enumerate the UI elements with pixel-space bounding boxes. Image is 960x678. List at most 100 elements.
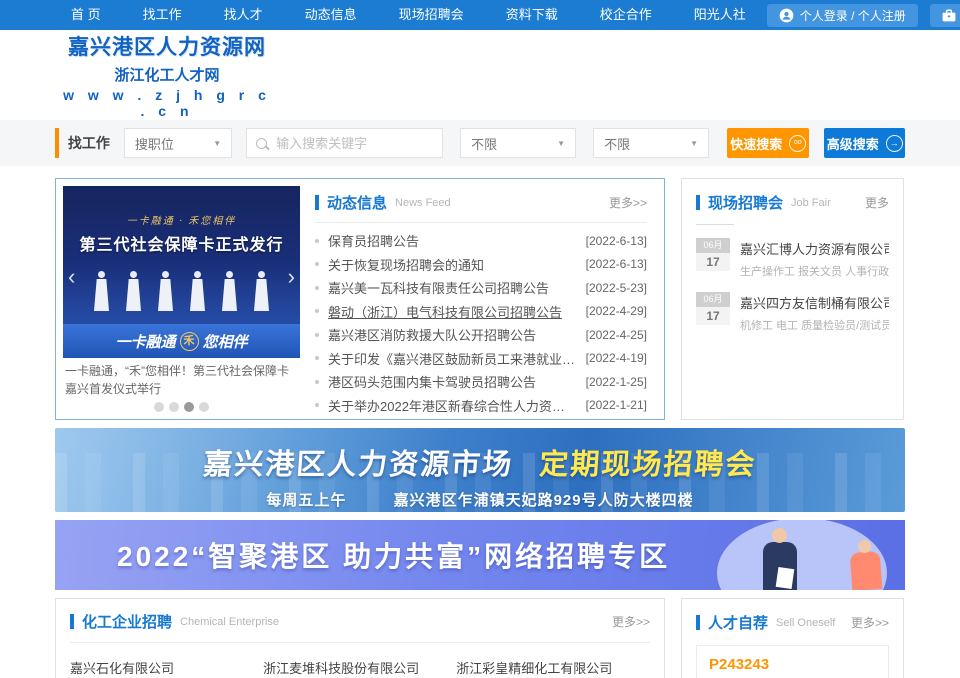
strip-text-right: 您相伴 bbox=[203, 331, 248, 352]
site-logo[interactable]: 嘉兴港区人力资源网 浙江化工人才网 w w w . z j h g r c . … bbox=[57, 31, 277, 119]
carousel-dot-active[interactable] bbox=[184, 402, 194, 412]
carousel-dot[interactable] bbox=[199, 402, 209, 412]
job-fair-panel: 现场招聘会 Job Fair 更多 06月 17 嘉兴汇博人力资源有限公司 生产… bbox=[681, 178, 904, 420]
slide-tagline: 一卡融通 · 禾您相伴 bbox=[63, 186, 300, 227]
search-filter2-value: 不限 bbox=[604, 134, 630, 153]
site-subtitle: 浙江化工人才网 bbox=[57, 64, 277, 85]
search-filter1-value: 不限 bbox=[471, 134, 497, 153]
news-more-link[interactable]: 更多>> bbox=[609, 194, 647, 211]
search-filter2-select[interactable]: 不限 ▼ bbox=[593, 128, 709, 158]
search-category-value: 搜职位 bbox=[135, 134, 174, 153]
strip-text-left: 一卡融通 bbox=[115, 331, 175, 352]
advanced-search-button[interactable]: 高级搜索 → bbox=[824, 128, 905, 158]
bullet-icon bbox=[315, 286, 319, 290]
person-figure bbox=[190, 271, 205, 311]
carousel-next-arrow[interactable]: › bbox=[288, 266, 295, 288]
job-fair-date-badge[interactable]: 06月 17 bbox=[696, 292, 730, 333]
news-item-date: [2022-6-13] bbox=[586, 257, 647, 271]
banner-person-figure bbox=[772, 528, 787, 543]
person-icon bbox=[779, 8, 794, 23]
job-fair-company[interactable]: 嘉兴四方友信制桶有限公司 bbox=[740, 293, 889, 312]
job-fair-day: 17 bbox=[696, 253, 730, 271]
carousel-dot[interactable] bbox=[154, 402, 164, 412]
chemical-company-name[interactable]: 浙江麦堆科技股份有限公司 bbox=[263, 658, 446, 677]
enterprise-entry-button[interactable]: 企业入口 bbox=[930, 4, 960, 27]
carousel-caption[interactable]: 一卡融通，“禾”您相伴！第三代社会保障卡嘉兴首发仪式举行 bbox=[63, 358, 300, 398]
news-item[interactable]: 嘉兴港区消防救援大队公开招聘公告 [2022-4-25] bbox=[315, 323, 647, 347]
advanced-search-label: 高级搜索 bbox=[827, 134, 879, 153]
news-subtitle: News Feed bbox=[395, 197, 451, 209]
news-item[interactable]: 关于举办2022年港区新春综合性人力资源暨春风... [2022-1-21] bbox=[315, 394, 647, 418]
nav-item-job-fair[interactable]: 现场招聘会 bbox=[378, 0, 485, 30]
search-filter1-select[interactable]: 不限 ▼ bbox=[460, 128, 576, 158]
job-fair-info: 嘉兴四方友信制桶有限公司 机修工 电工 质量检验员/测试员 叉车... bbox=[740, 292, 889, 333]
nav-item-find-talent[interactable]: 找人才 bbox=[203, 0, 284, 30]
news-item[interactable]: 关于印发《嘉兴港区鼓励新员工来港就业补助操作... [2022-4-19] bbox=[315, 347, 647, 371]
market-banner-subtitle: 每周五上午 嘉兴港区乍浦镇天妃路929号人防大楼四楼 bbox=[55, 489, 905, 510]
job-fair-day: 17 bbox=[696, 307, 730, 325]
nav-item-downloads[interactable]: 资料下载 bbox=[485, 0, 579, 30]
job-fair-month: 06月 bbox=[696, 292, 730, 307]
row-top: 一卡融通 · 禾您相伴 第三代社会保障卡正式发行 一卡融通 禾 bbox=[55, 178, 905, 420]
nav-item-school-enterprise[interactable]: 校企合作 bbox=[579, 0, 673, 30]
chemical-more-link[interactable]: 更多>> bbox=[612, 613, 650, 630]
search-accent-bar bbox=[55, 128, 59, 158]
job-fair-more-link[interactable]: 更多 bbox=[865, 194, 889, 211]
news-item[interactable]: 港区码头范围内集卡驾驶员招聘公告 [2022-1-25] bbox=[315, 370, 647, 394]
slide-banner-strip: 一卡融通 禾 您相伴 bbox=[63, 324, 300, 358]
market-banner-title: 嘉兴港区人力资源市场 定期现场招聘会 bbox=[55, 441, 905, 483]
news-item-title: 港区码头范围内集卡驾驶员招聘公告 bbox=[328, 372, 578, 391]
nav-item-sunshine-hr[interactable]: 阳光人社 bbox=[673, 0, 767, 30]
news-item-title: 关于印发《嘉兴港区鼓励新员工来港就业补助操作... bbox=[328, 349, 578, 368]
search-input[interactable] bbox=[274, 135, 433, 152]
job-fair-jobs: 机修工 电工 质量检验员/测试员 叉车... bbox=[740, 317, 889, 333]
chemical-company-name[interactable]: 浙江彩皇精细化工有限公司 bbox=[456, 658, 639, 677]
talent-panel: 人才自荐 Sell Oneself 更多>> P243243 男 ｜ 嘉兴市→嘉… bbox=[681, 598, 904, 678]
nav-item-news[interactable]: 动态信息 bbox=[284, 0, 378, 30]
bullet-icon bbox=[315, 239, 319, 243]
talent-id[interactable]: P243243 bbox=[709, 656, 876, 673]
news-title: 动态信息 bbox=[327, 192, 387, 213]
search-icon bbox=[256, 138, 267, 149]
chemical-company-list: 嘉兴石化有限公司 工艺员 设备管理 警卫（残疾工） 浙江麦堆科技股份有限公司 销… bbox=[70, 658, 650, 678]
market-banner-time: 每周五上午 bbox=[266, 492, 346, 509]
chemical-company: 嘉兴石化有限公司 工艺员 设备管理 警卫（残疾工） bbox=[70, 658, 263, 678]
search-category-select[interactable]: 搜职位 ▼ bbox=[124, 128, 232, 158]
news-item[interactable]: 嘉兴美一瓦科技有限责任公司招聘公告 [2022-5-23] bbox=[315, 276, 647, 300]
top-navigation: 首 页 找工作 找人才 动态信息 现场招聘会 资料下载 校企合作 阳光人社 个人… bbox=[0, 0, 960, 30]
news-item-date: [2022-1-21] bbox=[586, 398, 647, 412]
carousel-dots bbox=[63, 402, 300, 412]
talent-title: 人才自荐 bbox=[708, 612, 768, 633]
person-figure bbox=[222, 271, 237, 311]
job-fair-subtitle: Job Fair bbox=[791, 197, 831, 209]
news-item-date: [2022-6-13] bbox=[586, 234, 647, 248]
job-fair-jobs: 生产操作工 报关文员 人事行政助理... bbox=[740, 263, 889, 279]
news-item[interactable]: 关于恢复现场招聘会的通知 [2022-6-13] bbox=[315, 253, 647, 277]
carousel-dot[interactable] bbox=[169, 402, 179, 412]
personal-login-button[interactable]: 个人登录 / 个人注册 bbox=[767, 4, 918, 27]
job-fair-company[interactable]: 嘉兴汇博人力资源有限公司 bbox=[740, 239, 889, 258]
market-banner[interactable]: 嘉兴港区人力资源市场 定期现场招聘会 每周五上午 嘉兴港区乍浦镇天妃路929号人… bbox=[55, 428, 905, 512]
nav-item-find-job[interactable]: 找工作 bbox=[122, 0, 203, 30]
site-url: w w w . z j h g r c . c n bbox=[57, 87, 277, 119]
news-item[interactable]: 保育员招聘公告 [2022-6-13] bbox=[315, 229, 647, 253]
online-recruitment-banner-title: 2022“智聚港区 助力共富”网络招聘专区 bbox=[117, 535, 670, 575]
talent-card[interactable]: P243243 男 ｜ 嘉兴市→嘉兴港区 ｜ 八年以上 bbox=[696, 645, 889, 678]
chevron-down-icon: ▼ bbox=[213, 139, 221, 148]
chemical-company: 浙江麦堆科技股份有限公司 销售专员 会计 土建主管 bbox=[263, 658, 456, 678]
carousel-prev-arrow[interactable]: ‹ bbox=[68, 266, 75, 288]
carousel-slide[interactable]: 一卡融通 · 禾您相伴 第三代社会保障卡正式发行 一卡融通 禾 bbox=[63, 186, 300, 358]
search-mode-label: 找工作 bbox=[68, 133, 110, 153]
news-list: 保育员招聘公告 [2022-6-13] 关于恢复现场招聘会的通知 [2022-6… bbox=[315, 229, 647, 417]
job-fair-date-badge[interactable]: 06月 17 bbox=[696, 238, 730, 279]
news-item-hovered[interactable]: 磐动（浙江）电气科技有限公司招聘公告 [2022-4-29] bbox=[315, 300, 647, 324]
section-accent-bar bbox=[696, 195, 700, 210]
site-title: 嘉兴港区人力资源网 bbox=[57, 31, 277, 61]
news-item-title: 嘉兴美一瓦科技有限责任公司招聘公告 bbox=[328, 278, 578, 297]
talent-more-link[interactable]: 更多>> bbox=[851, 614, 889, 631]
quick-search-button[interactable]: 快速搜索 oo bbox=[727, 128, 809, 158]
slide-figures bbox=[63, 271, 300, 311]
chemical-company-name[interactable]: 嘉兴石化有限公司 bbox=[70, 658, 253, 677]
online-recruitment-banner[interactable]: 2022“智聚港区 助力共富”网络招聘专区 bbox=[55, 520, 905, 590]
nav-item-home[interactable]: 首 页 bbox=[50, 0, 122, 30]
